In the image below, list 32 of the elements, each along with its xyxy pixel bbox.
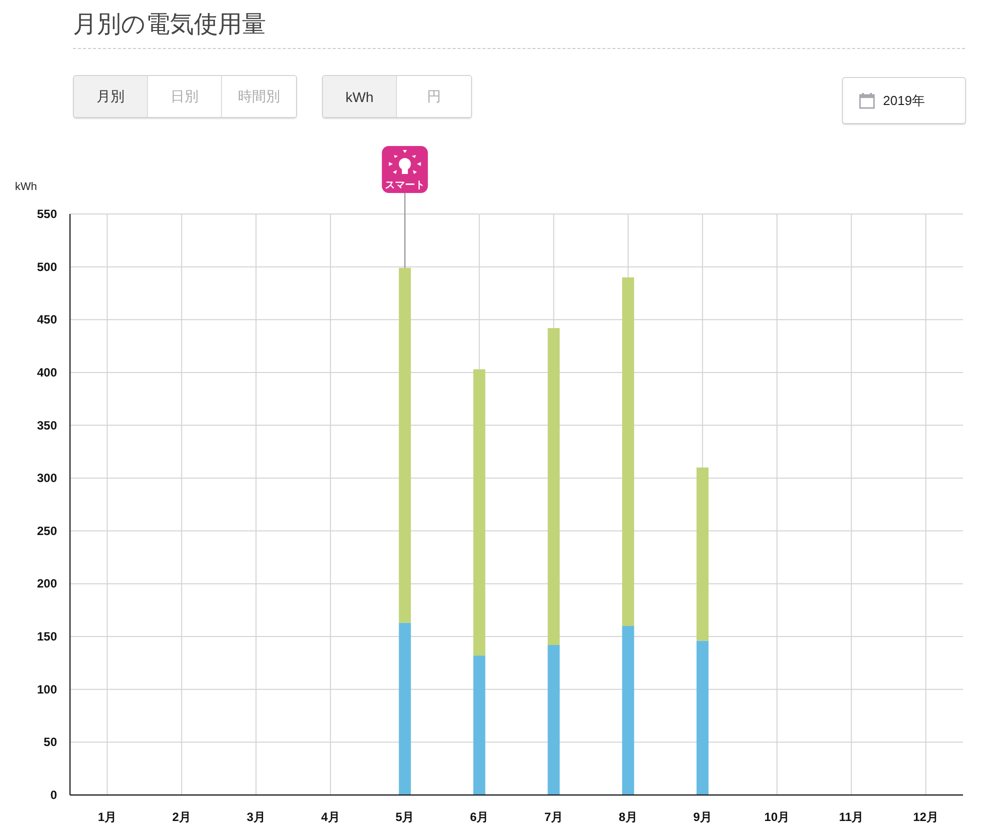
page-title: 月別の電気使用量 (73, 10, 266, 40)
unit-tab[interactable]: kWh (323, 76, 397, 117)
x-tick-label: 12月 (913, 810, 938, 824)
y-tick-label: 100 (36, 682, 57, 696)
x-tick-label: 5月 (396, 810, 414, 824)
lightbulb-badge-icon (382, 146, 428, 193)
y-tick-label: 400 (36, 365, 57, 380)
x-tick-label: 8月 (618, 810, 638, 824)
x-tick-label: 6月 (470, 810, 489, 824)
y-tick-label: 500 (36, 260, 57, 274)
badge-label: スマート (384, 180, 425, 191)
y-tick-label: 200 (36, 576, 57, 591)
x-tick-label: 1月 (98, 810, 117, 824)
y-tick-label: 550 (36, 207, 57, 221)
y-tick-label: 350 (36, 418, 57, 432)
axis-unit-label: kWh (15, 181, 37, 193)
x-tick-label: 9月 (693, 810, 712, 824)
y-tick-label: 50 (44, 735, 57, 750)
x-tick-label: 10月 (764, 810, 790, 824)
x-tick-label: 11月 (839, 810, 864, 824)
x-tick-label: 7月 (544, 810, 564, 824)
y-tick-label: 300 (36, 471, 57, 486)
x-tick-label: 3月 (246, 810, 266, 824)
y-tick-label: 250 (36, 524, 57, 538)
y-tick-label: 150 (36, 630, 57, 644)
calendar-icon (859, 92, 875, 108)
x-tick-label: 4月 (321, 810, 340, 824)
period-tab[interactable]: 月別 (74, 76, 148, 117)
year-picker-button[interactable]: 2019年 (842, 77, 966, 124)
y-tick-label: 450 (36, 312, 57, 327)
x-tick-label: 2月 (172, 810, 191, 824)
y-tick-label: 0 (50, 788, 57, 802)
